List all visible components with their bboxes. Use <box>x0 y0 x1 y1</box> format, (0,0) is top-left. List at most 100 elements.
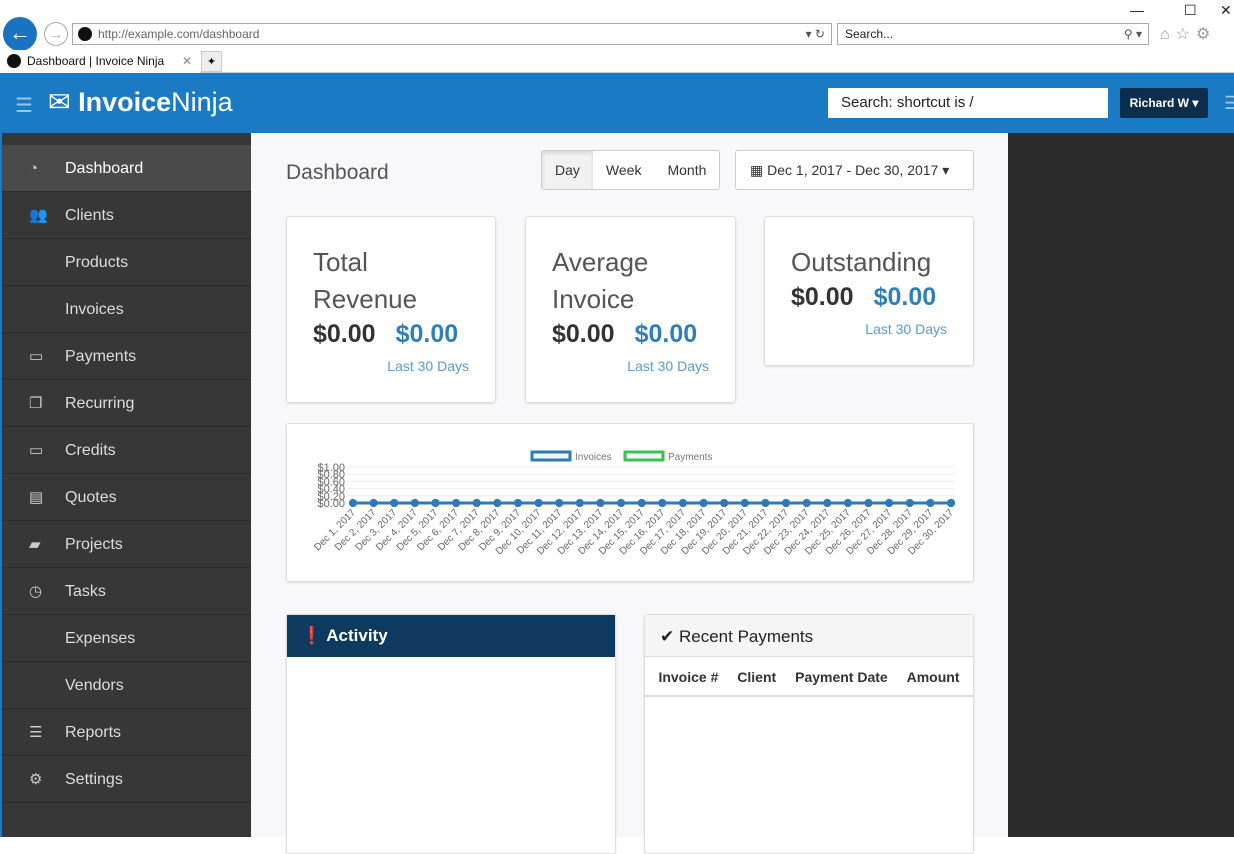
sidebar-item-settings[interactable]: ⚙ Settings <box>2 756 251 803</box>
data-point-invoices <box>617 499 626 507</box>
data-point-invoices <box>843 499 852 507</box>
legend-swatch <box>530 450 572 462</box>
credit-card-icon: ▭ <box>29 348 44 365</box>
minimize-button[interactable]: — <box>1130 2 1144 18</box>
search-icon[interactable]: ⚲ ▾ <box>1124 24 1142 44</box>
sidebar-item-quotes[interactable]: ▤ Quotes <box>2 474 251 521</box>
logo[interactable]: ✉ InvoiceNinja <box>48 87 233 118</box>
column-payment-date[interactable]: Payment Date <box>795 657 888 695</box>
gear-icon: ⚙ <box>29 771 43 788</box>
data-point-invoices <box>349 499 357 507</box>
sidebar-item-dashboard[interactable]: ◔ Dashboard <box>2 145 251 192</box>
card-title: Average Invoice <box>552 247 649 314</box>
sidebar-item-label: Settings <box>65 771 123 788</box>
envelope-icon: ✉ <box>48 87 79 117</box>
close-tab-icon[interactable]: ✕ <box>182 50 192 72</box>
briefcase-icon: ▰ <box>29 536 41 553</box>
sidebar-item-label: Expenses <box>65 630 136 647</box>
sidebar-item-label: Dashboard <box>65 160 144 177</box>
tab-favicon <box>7 54 21 68</box>
sidebar-item-credits[interactable]: ▭ Credits <box>2 427 251 474</box>
search-placeholder: Search... <box>845 27 894 41</box>
outstanding-card: Outstanding $0.00 $0.00 Last 30 Days <box>764 216 974 366</box>
credit-card-icon: ▭ <box>29 442 44 459</box>
column-amount[interactable]: Amount <box>907 657 960 695</box>
sidebar-item-label: Credits <box>65 442 116 459</box>
data-point-invoices <box>431 499 440 507</box>
data-point-invoices <box>905 499 914 507</box>
sidebar-item-tasks[interactable]: ◷ Tasks <box>2 568 251 615</box>
data-point-invoices <box>761 499 770 507</box>
sidebar-item-vendors[interactable]: Vendors <box>2 662 251 709</box>
sidebar-item-clients[interactable]: 👥 Clients <box>2 192 251 239</box>
browser-chrome: — ☐ ✕ ← → http://example.com/dashboard ▾ … <box>0 0 1234 73</box>
date-range-text: Dec 1, 2017 - Dec 30, 2017 ▾ <box>767 162 950 178</box>
maximize-button[interactable]: ☐ <box>1184 2 1197 19</box>
sidebar-item-payments[interactable]: ▭ Payments <box>2 333 251 380</box>
tab-title: Dashboard | Invoice Ninja <box>27 54 165 68</box>
period-week-button[interactable]: Week <box>593 151 655 189</box>
sidebar-item-expenses[interactable]: Expenses <box>2 615 251 662</box>
right-sidebar-toggle-icon[interactable]: ☰ <box>1224 93 1234 114</box>
address-bar[interactable]: http://example.com/dashboard ▾ ↻ <box>72 23 832 45</box>
sidebar-item-label: Recurring <box>65 395 135 412</box>
column-client[interactable]: Client <box>737 657 776 695</box>
data-point-invoices <box>555 499 564 507</box>
file-icon: ▤ <box>29 489 44 506</box>
new-tab-button[interactable]: ✦ <box>201 51 222 72</box>
total-revenue-card: Total Revenue $0.00 $0.00 Last 30 Days <box>286 216 496 403</box>
dashboard-icon: ◔ <box>29 160 39 177</box>
site-favicon <box>78 27 92 41</box>
data-point-invoices <box>782 499 791 507</box>
column-invoice[interactable]: Invoice # <box>658 657 718 695</box>
period-selector: Day Week Month <box>541 150 721 190</box>
period-month-button[interactable]: Month <box>654 151 719 189</box>
back-button[interactable]: ← <box>3 17 37 51</box>
toolbar-icons[interactable]: ⌂☆⚙ <box>1160 24 1216 44</box>
clock-icon: ◷ <box>29 583 43 600</box>
sidebar-item-label: Clients <box>65 207 114 224</box>
data-point-invoices <box>534 499 543 507</box>
data-point-invoices <box>823 499 832 507</box>
data-point-invoices <box>720 499 729 507</box>
browser-tab[interactable]: Dashboard | Invoice Ninja ✕ <box>0 50 200 73</box>
card-amounts: $0.00 $0.00 <box>791 283 937 311</box>
list-icon: ☰ <box>29 724 43 741</box>
menu-toggle-icon[interactable]: ☰ <box>15 93 33 118</box>
sidebar-item-recurring[interactable]: ❐ Recurring <box>2 380 251 427</box>
legend-label: Invoices <box>575 452 612 463</box>
card-period: Last 30 Days <box>865 321 947 337</box>
period-day-button[interactable]: Day <box>542 151 593 189</box>
sidebar-item-label: Vendors <box>65 677 124 694</box>
data-point-invoices <box>926 499 935 507</box>
app-search-input[interactable]: Search: shortcut is / <box>828 88 1108 118</box>
card-amounts: $0.00 $0.00 <box>313 320 459 348</box>
data-point-invoices <box>864 499 873 507</box>
activity-header: ❗ Activity <box>287 615 615 657</box>
date-range-picker[interactable]: ▦ Dec 1, 2017 - Dec 30, 2017 ▾ <box>735 150 974 190</box>
sidebar-item-projects[interactable]: ▰ Projects <box>2 521 251 568</box>
recent-payments-header: ✔ Recent Payments <box>645 615 973 657</box>
app-header: ☰ ✉ InvoiceNinja Search: shortcut is / R… <box>0 73 1234 133</box>
user-menu-button[interactable]: Richard W ▾ <box>1120 88 1208 118</box>
sidebar-item-label: Projects <box>65 536 123 553</box>
data-point-invoices <box>885 499 894 507</box>
card-amounts: $0.00 $0.00 <box>552 320 698 348</box>
browser-search-input[interactable]: Search... ⚲ ▾ <box>837 23 1149 45</box>
sidebar-item-label: Reports <box>65 724 122 741</box>
sidebar-item-invoices[interactable]: Invoices <box>2 286 251 333</box>
refresh-icon[interactable]: ▾ ↻ <box>806 24 825 44</box>
data-point-invoices <box>596 499 605 507</box>
sidebar-item-reports[interactable]: ☰ Reports <box>2 709 251 756</box>
check-circle-icon: ✔ <box>660 627 675 646</box>
forward-button[interactable]: → <box>44 22 68 46</box>
url-text: http://example.com/dashboard <box>98 27 260 41</box>
users-icon: 👥 <box>29 207 48 224</box>
data-point-invoices <box>369 499 378 507</box>
close-window-button[interactable]: ✕ <box>1220 2 1232 19</box>
calendar-icon: ▦ <box>750 162 768 178</box>
legend-label: Payments <box>668 452 712 463</box>
sidebar-item-label: Payments <box>65 348 137 365</box>
sidebar-item-products[interactable]: Products <box>2 239 251 286</box>
files-icon: ❐ <box>29 395 43 412</box>
